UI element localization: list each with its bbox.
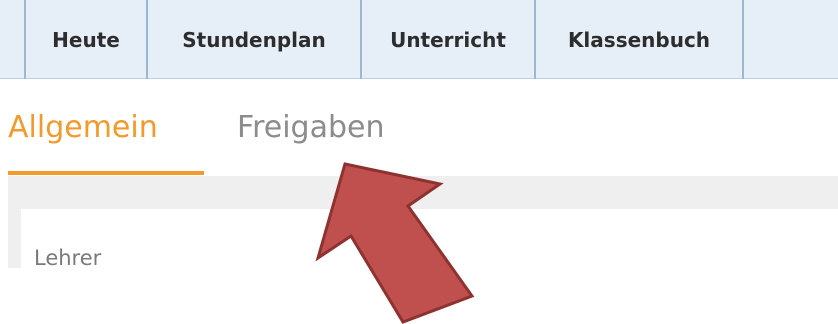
form-card: Lehrer <box>21 209 838 268</box>
tab-label: Allgemein <box>8 110 158 145</box>
screenshot-crop-area <box>0 268 838 324</box>
tab-label: Freigaben <box>237 110 385 145</box>
nav-item-label: Unterricht <box>390 27 506 52</box>
tab-allgemein[interactable]: Allgemein <box>8 79 158 176</box>
nav-item-stundenplan[interactable]: Stundenplan <box>146 0 360 79</box>
nav-item-heute[interactable]: Heute <box>24 0 146 79</box>
nav-item-label: Klassenbuch <box>567 27 711 52</box>
tab-freigaben[interactable]: Freigaben <box>237 79 384 176</box>
sub-tab-bar: Allgemein Freigaben <box>0 79 838 176</box>
top-navigation-bar: Heute Stundenplan Unterricht Klassenbuch <box>0 0 838 79</box>
nav-item-unterricht[interactable]: Unterricht <box>360 0 534 79</box>
teacher-field-label: Lehrer <box>34 246 102 268</box>
nav-item-klassenbuch[interactable]: Klassenbuch <box>534 0 744 79</box>
active-tab-indicator <box>8 171 204 175</box>
nav-item-label: Stundenplan <box>182 27 326 52</box>
nav-item-label: Heute <box>52 27 120 52</box>
